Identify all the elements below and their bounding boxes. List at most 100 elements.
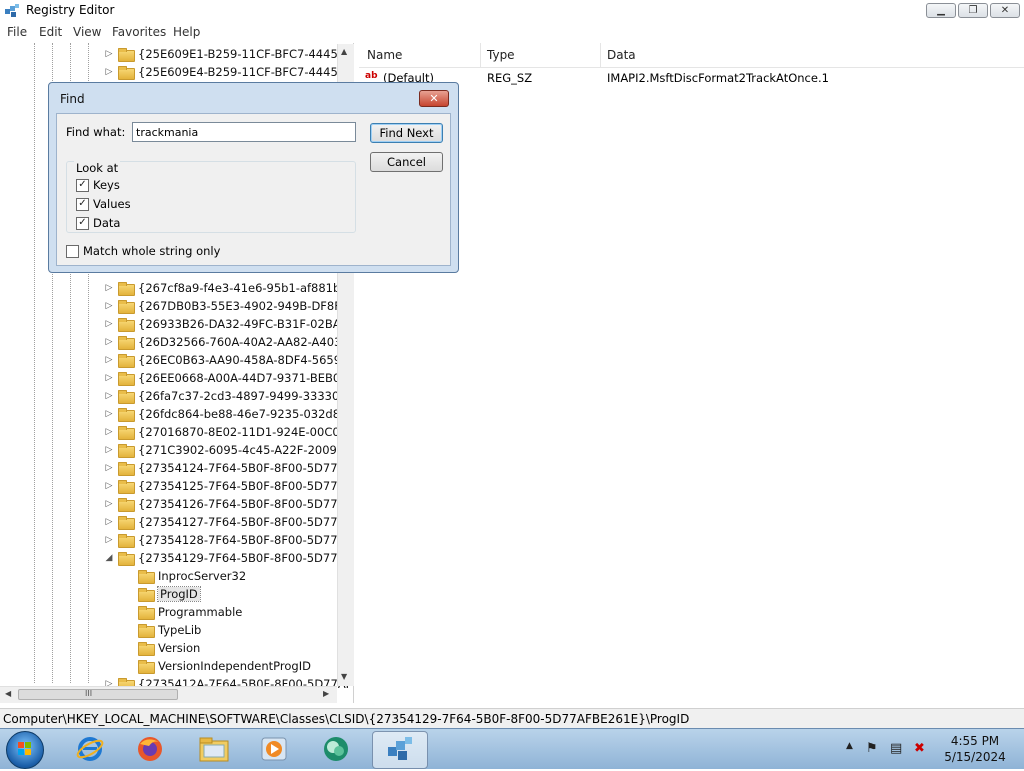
expand-arrow-icon[interactable]: ▷ xyxy=(104,499,114,509)
scroll-down-icon[interactable]: ▼ xyxy=(341,672,347,681)
thumb-grip: III xyxy=(85,689,93,698)
folder-icon xyxy=(118,282,135,296)
minimize-button[interactable]: ▁ xyxy=(926,3,956,18)
tree-item-clsid[interactable]: ▷ {26EE0668-A00A-44D7-9371-BEB064C xyxy=(104,369,353,387)
tree-item-subkey[interactable]: TypeLib xyxy=(124,621,201,639)
tree-item-subkey[interactable]: Programmable xyxy=(124,603,242,621)
keys-label: Keys xyxy=(93,178,120,192)
cancel-button[interactable]: Cancel xyxy=(370,152,443,172)
collapse-arrow-icon[interactable]: ◢ xyxy=(104,553,114,563)
file-explorer-button[interactable] xyxy=(192,731,236,767)
tree-item-clsid[interactable]: ◢ {27354129-7F64-5B0F-8F00-5D77AFBE xyxy=(104,549,353,567)
dialog-close-button[interactable]: ✕ xyxy=(419,90,449,107)
title-bar: Registry Editor ▁ ❐ ✕ xyxy=(0,0,1024,22)
expand-arrow-icon[interactable]: ▷ xyxy=(104,409,114,419)
action-center-flag-icon[interactable]: ⚑ xyxy=(866,741,878,756)
status-bar: Computer\HKEY_LOCAL_MACHINE\SOFTWARE\Cla… xyxy=(0,708,1024,729)
system-clock[interactable]: 4:55 PM 5/15/2024 xyxy=(940,733,1010,765)
tree-item-clsid[interactable]: ▷ {27354124-7F64-5B0F-8F00-5D77AFBE xyxy=(104,459,353,477)
data-option[interactable]: ✓ Data xyxy=(76,216,120,230)
registry-editor-app-icon xyxy=(5,4,19,17)
expand-arrow-icon[interactable]: ▷ xyxy=(104,427,114,437)
expand-arrow-icon[interactable]: ▷ xyxy=(104,481,114,491)
menu-edit[interactable]: Edit xyxy=(39,25,62,39)
tree-item-label: {26EC0B63-AA90-458A-8DF4-5659F2C xyxy=(138,353,354,367)
tree-item-subkey[interactable]: ProgID xyxy=(124,585,201,603)
menu-view[interactable]: View xyxy=(73,25,101,39)
scroll-left-icon[interactable]: ◀ xyxy=(5,689,11,698)
close-window-button[interactable]: ✕ xyxy=(990,3,1020,18)
find-what-input[interactable] xyxy=(132,122,356,142)
values-checkbox[interactable]: ✓ xyxy=(76,197,89,211)
tree-item-clsid[interactable]: ▷ {267DB0B3-55E3-4902-949B-DF8F5CE xyxy=(104,297,354,315)
column-header-type[interactable]: Type xyxy=(487,48,515,62)
tree-item-subkey[interactable]: Version xyxy=(124,639,200,657)
tree-item-clsid[interactable]: ▷ {25E609E1-B259-11CF-BFC7-44455354 xyxy=(104,45,353,63)
tree-item-clsid[interactable]: ▷ {27354127-7F64-5B0F-8F00-5D77AFBE xyxy=(104,513,353,531)
firefox-button[interactable] xyxy=(128,731,172,767)
expand-arrow-icon[interactable]: ▷ xyxy=(104,445,114,455)
menu-help[interactable]: Help xyxy=(173,25,200,39)
expand-arrow-icon[interactable]: ▷ xyxy=(104,319,114,329)
expand-arrow-icon[interactable]: ▷ xyxy=(104,337,114,347)
scroll-right-icon[interactable]: ▶ xyxy=(323,689,329,698)
expand-arrow-icon[interactable]: ▷ xyxy=(104,283,114,293)
taskbar: ▲ ⚑ ▤ ✖ 4:55 PM 5/15/2024 xyxy=(0,728,1024,769)
tree-item-subkey[interactable]: VersionIndependentProgID xyxy=(124,657,311,675)
expand-arrow-icon[interactable]: ▷ xyxy=(104,49,114,59)
start-button[interactable] xyxy=(6,731,44,769)
expand-arrow-icon[interactable]: ▷ xyxy=(104,391,114,401)
column-separator[interactable] xyxy=(600,43,601,67)
expand-arrow-icon[interactable]: ▷ xyxy=(104,301,114,311)
horizontal-scroll-thumb[interactable]: III xyxy=(18,689,178,700)
tree-horizontal-scrollbar[interactable]: ◀ III ▶ xyxy=(0,686,337,703)
network-icon[interactable]: ▤ xyxy=(890,741,902,756)
tree-item-clsid[interactable]: ▷ {27354125-7F64-5B0F-8F00-5D77AFBE xyxy=(104,477,353,495)
restore-button[interactable]: ❐ xyxy=(958,3,988,18)
values-option[interactable]: ✓ Values xyxy=(76,197,131,211)
match-whole-checkbox[interactable] xyxy=(66,244,79,258)
keys-option[interactable]: ✓ Keys xyxy=(76,178,120,192)
tree-item-clsid[interactable]: ▷ {25E609E4-B259-11CF-BFC7-44455354 xyxy=(104,63,353,81)
chat-app-button[interactable] xyxy=(314,731,358,767)
volume-muted-icon[interactable]: ✖ xyxy=(914,741,925,756)
expand-arrow-icon[interactable]: ▷ xyxy=(104,535,114,545)
tree-item-clsid[interactable]: ▷ {27354126-7F64-5B0F-8F00-5D77AFBE xyxy=(104,495,353,513)
keys-checkbox[interactable]: ✓ xyxy=(76,178,89,192)
tree-item-clsid[interactable]: ▷ {267cf8a9-f4e3-41e6-95b1-af881be13 xyxy=(104,279,353,297)
registry-editor-task-button[interactable] xyxy=(372,731,428,769)
tree-item-clsid[interactable]: ▷ {26fa7c37-2cd3-4897-9499-33330e075 xyxy=(104,387,353,405)
tree-item-clsid[interactable]: ▷ {27016870-8E02-11D1-924E-00C04FBE xyxy=(104,423,353,441)
folder-icon xyxy=(118,390,135,404)
column-separator[interactable] xyxy=(480,43,481,67)
find-dialog[interactable]: Find ✕ Find what: Find Next Cancel Look … xyxy=(48,82,459,273)
find-next-button[interactable]: Find Next xyxy=(370,123,443,143)
expand-arrow-icon[interactable]: ▷ xyxy=(104,517,114,527)
expand-arrow-icon[interactable]: ▷ xyxy=(104,355,114,365)
internet-explorer-button[interactable] xyxy=(68,731,112,767)
tree-item-clsid[interactable]: ▷ {26fdc864-be88-46e7-9235-032d8ea5 xyxy=(104,405,353,423)
menu-file[interactable]: File xyxy=(7,25,27,39)
column-header-name[interactable]: Name xyxy=(367,48,402,62)
tree-item-clsid[interactable]: ▷ {27354128-7F64-5B0F-8F00-5D77AFBE xyxy=(104,531,353,549)
tree-item-label: InprocServer32 xyxy=(158,569,247,583)
tree-item-clsid[interactable]: ▷ {26EC0B63-AA90-458A-8DF4-5659F2C xyxy=(104,351,354,369)
tree-item-clsid[interactable]: ▷ {26933B26-DA32-49FC-B31F-02BACE3 xyxy=(104,315,353,333)
expand-arrow-icon[interactable]: ▷ xyxy=(104,463,114,473)
chat-app-icon xyxy=(324,737,348,761)
menu-bar: File Edit View Favorites Help xyxy=(0,22,1024,42)
tree-item-label: {267DB0B3-55E3-4902-949B-DF8F5CE xyxy=(138,299,354,313)
expand-arrow-icon[interactable]: ▷ xyxy=(104,67,114,77)
match-whole-option[interactable]: Match whole string only xyxy=(66,244,220,258)
data-checkbox[interactable]: ✓ xyxy=(76,216,89,230)
menu-favorites[interactable]: Favorites xyxy=(112,25,166,39)
media-player-button[interactable] xyxy=(252,731,296,767)
expand-arrow-icon[interactable]: ▷ xyxy=(104,373,114,383)
folder-icon xyxy=(118,498,135,512)
column-header-data[interactable]: Data xyxy=(607,48,636,62)
tree-item-clsid[interactable]: ▷ {26D32566-760A-40A2-AA82-A403665 xyxy=(104,333,353,351)
show-hidden-icons-icon[interactable]: ▲ xyxy=(846,741,853,751)
tree-item-subkey[interactable]: InprocServer32 xyxy=(124,567,246,585)
tree-item-clsid[interactable]: ▷ {271C3902-6095-4c45-A22F-20091816 xyxy=(104,441,353,459)
scroll-up-icon[interactable]: ▲ xyxy=(341,47,347,56)
